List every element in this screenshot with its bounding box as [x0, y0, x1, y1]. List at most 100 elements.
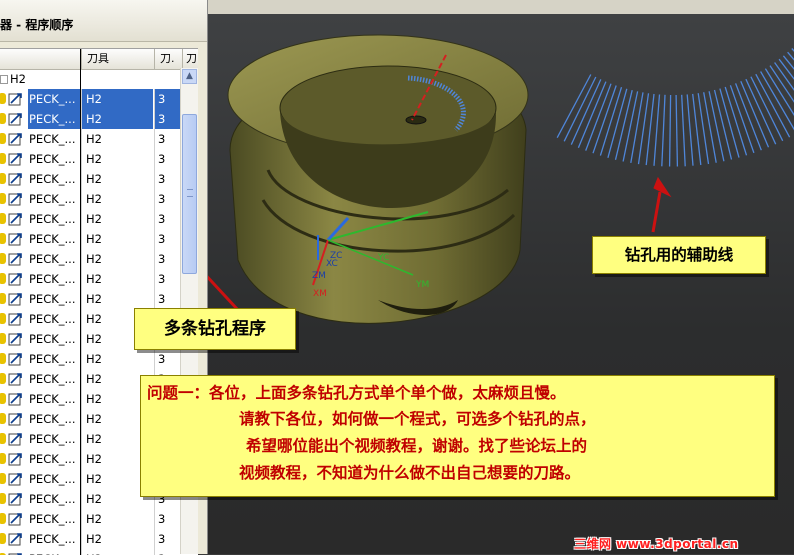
operation-tool-number: 3 — [154, 349, 180, 369]
operation-row[interactable]: PECK_...H23 — [0, 149, 180, 169]
operation-name: PECK_... — [29, 472, 76, 486]
operation-tool: H2 — [81, 289, 153, 309]
hole-icon — [405, 115, 427, 125]
callout-programs: 多条钻孔程序 — [134, 308, 296, 350]
drill-operation-icon — [8, 353, 22, 366]
auxiliary-drill-lines[interactable] — [556, 33, 794, 167]
status-key-icon — [0, 113, 6, 124]
operation-tool: H2 — [81, 249, 153, 269]
col-header-extra[interactable]: 刀 — [182, 49, 198, 69]
status-key-icon — [0, 493, 6, 504]
operation-tool-number: 3 — [154, 129, 180, 149]
status-key-icon — [0, 273, 6, 284]
operation-name: PECK_... — [28, 549, 80, 555]
operation-row[interactable]: PECK_...H23 — [0, 289, 180, 309]
column-divider — [80, 49, 81, 555]
operation-row[interactable]: PECK_...H23 — [0, 229, 180, 249]
col-header-name[interactable] — [0, 49, 80, 69]
operation-name: PECK_... — [29, 452, 76, 466]
operation-name: PECK_... — [29, 532, 76, 546]
col-header-num[interactable]: 刀. — [154, 49, 182, 69]
label-xc: XC — [326, 259, 338, 269]
operation-name: PECK_... — [29, 192, 76, 206]
operation-name: PECK_... — [29, 372, 76, 386]
drill-operation-icon — [8, 553, 22, 555]
scroll-thumb[interactable] — [182, 114, 197, 274]
operation-tool-number: 3 — [154, 169, 180, 189]
expand-toggle-icon[interactable] — [0, 75, 8, 84]
operation-row[interactable]: PECK_...H23 — [0, 109, 180, 129]
drill-operation-icon — [8, 173, 22, 186]
operation-row[interactable]: PECK_...H23 — [0, 549, 180, 555]
navigator-title-bar: 器 - 程序顺序 — [0, 0, 207, 42]
operation-row[interactable]: PECK_...H23 — [0, 209, 180, 229]
operation-row[interactable]: PECK_...H23 — [0, 249, 180, 269]
operation-name: PECK_... — [29, 152, 76, 166]
operation-name: PECK_... — [29, 332, 76, 346]
operation-tool: H2 — [81, 229, 153, 249]
drill-operation-icon — [8, 93, 22, 106]
status-key-icon — [0, 93, 6, 104]
status-key-icon — [0, 313, 6, 324]
aux-drill-line — [708, 91, 725, 162]
operation-tool: H2 — [81, 209, 153, 229]
drill-operation-icon — [8, 453, 22, 466]
group-row[interactable]: H2 — [0, 69, 180, 89]
status-key-icon — [0, 353, 6, 364]
operation-name: PECK_... — [29, 252, 76, 266]
operation-tool: H2 — [81, 129, 153, 149]
operation-row[interactable]: PECK_...H23 — [0, 129, 180, 149]
status-key-icon — [0, 193, 6, 204]
status-key-icon — [0, 513, 6, 524]
operation-row[interactable]: PECK_...H23 — [0, 529, 180, 549]
question-line-2: 请教下各位，如何做一个程式，可选多个钻孔的点， — [239, 409, 596, 428]
status-key-icon — [0, 173, 6, 184]
operation-row[interactable]: PECK_...H23 — [0, 89, 180, 109]
operation-row[interactable]: PECK_...H23 — [0, 509, 180, 529]
col-header-tool[interactable]: 刀具 — [81, 49, 154, 69]
aux-drill-line — [703, 92, 717, 163]
drill-operation-icon — [8, 193, 22, 206]
operation-name: PECK_... — [29, 352, 76, 366]
operation-tool: H2 — [81, 109, 153, 129]
drill-operation-icon — [8, 233, 22, 246]
operation-name: PECK_... — [29, 492, 76, 506]
operation-row[interactable]: PECK_...H23 — [0, 269, 180, 289]
arrow-to-programs — [208, 275, 240, 312]
drill-operation-icon — [8, 493, 22, 506]
operation-tool-number: 3 — [154, 189, 180, 209]
scroll-up-icon[interactable]: ▲ — [182, 69, 197, 84]
operation-row[interactable]: PECK_...H23 — [0, 349, 180, 369]
drill-operation-icon — [8, 413, 22, 426]
drill-operation-icon — [8, 473, 22, 486]
status-key-icon — [0, 293, 6, 304]
callout-question: 问题一：各位，上面多条钻孔方式单个单个做，太麻烦且慢。 请教下各位，如何做一个程… — [140, 375, 775, 497]
ring-part[interactable] — [227, 34, 529, 324]
watermark: 三维网 www.3dportal.cn — [574, 537, 739, 551]
drill-operation-icon — [8, 133, 22, 146]
status-key-icon — [0, 373, 6, 384]
status-key-icon — [0, 333, 6, 344]
operation-tool-number: 3 — [154, 89, 180, 109]
operation-name: PECK_... — [28, 109, 80, 129]
operation-name: PECK_... — [29, 312, 76, 326]
operation-tool: H2 — [81, 189, 153, 209]
drill-operation-icon — [8, 113, 22, 126]
aux-drill-line — [622, 91, 639, 162]
aux-drill-line — [653, 94, 661, 166]
status-key-icon — [0, 133, 6, 144]
aux-drill-line — [760, 71, 794, 131]
operation-tool: H2 — [81, 169, 153, 189]
operation-tool: H2 — [81, 529, 153, 549]
operation-name: PECK_... — [29, 432, 76, 446]
tree-header: 刀具 刀. 刀 — [0, 49, 198, 70]
operation-row[interactable]: PECK_...H23 — [0, 169, 180, 189]
operation-tool-number: 3 — [154, 149, 180, 169]
status-key-icon — [0, 233, 6, 244]
drill-operation-icon — [8, 433, 22, 446]
drill-operation-icon — [8, 253, 22, 266]
operation-row[interactable]: PECK_... H23 — [0, 189, 180, 209]
callout-aux-lines: 钻孔用的辅助线 — [592, 236, 766, 274]
aux-drill-line — [556, 74, 592, 139]
drill-operation-icon — [8, 273, 22, 286]
